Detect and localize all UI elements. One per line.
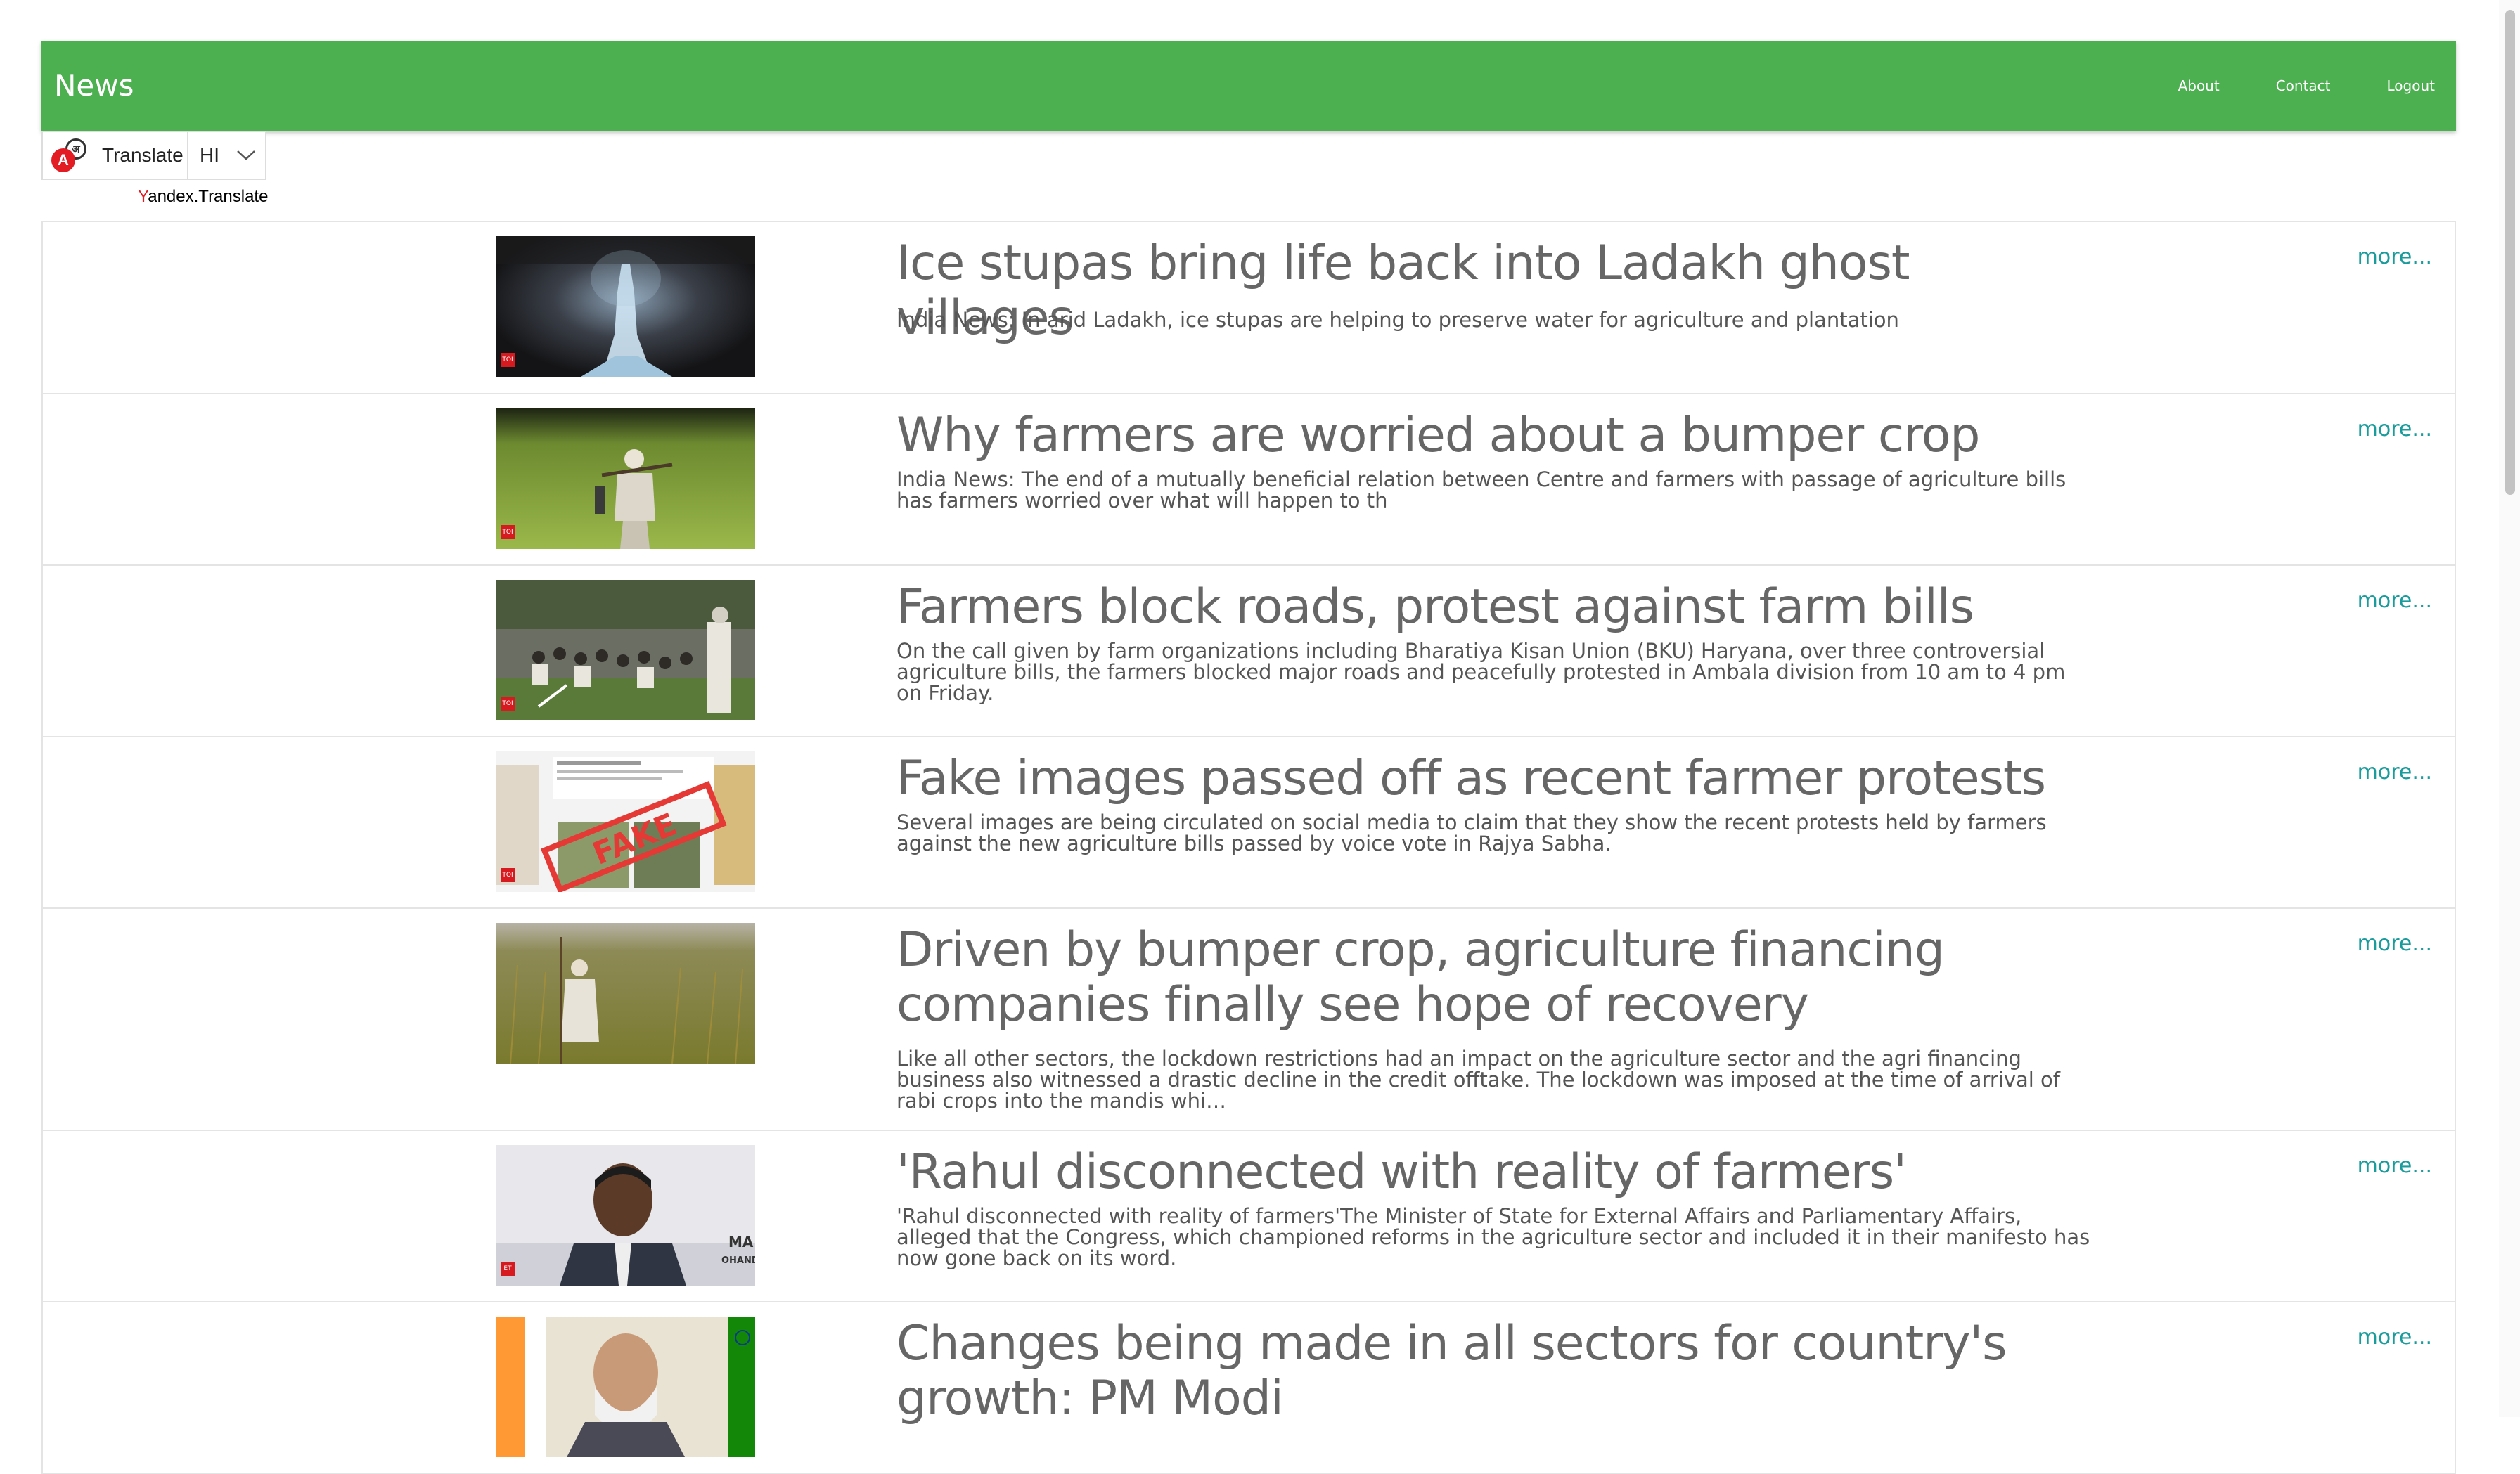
nav-logout-link[interactable]: Logout (2387, 77, 2435, 94)
news-thumbnail[interactable]: FAKE TOI (496, 751, 755, 892)
news-headline[interactable]: Why farmers are worried about a bumper c… (896, 408, 2078, 463)
more-link[interactable]: more... (2358, 417, 2432, 441)
translate-widget: अ A Translate HI (41, 131, 266, 180)
news-thumbnail[interactable]: TOI (496, 408, 755, 549)
more-link[interactable]: more... (2358, 760, 2432, 784)
news-thumbnail[interactable]: MA OHAND ET (496, 1145, 755, 1286)
ice-stupa-image (496, 236, 755, 377)
chevron-down-icon (237, 150, 255, 160)
news-headline[interactable]: 'Rahul disconnected with reality of farm… (896, 1145, 2078, 1200)
nav-contact-link[interactable]: Contact (2276, 77, 2331, 94)
news-description: On the call given by farm organizations … (896, 639, 2066, 705)
news-headline[interactable]: Driven by bumper crop, agriculture finan… (896, 923, 2078, 1033)
news-headline[interactable]: Changes being made in all sectors for co… (896, 1317, 2078, 1426)
news-item: TOI Farmers block roads, protest against… (41, 566, 2456, 737)
news-headline[interactable]: Fake images passed off as recent farmer … (896, 751, 2078, 806)
news-thumbnail[interactable]: TOI (496, 236, 755, 377)
source-badge: ET (501, 1262, 515, 1276)
translate-label: Translate (102, 144, 184, 166)
source-badge: TOI (501, 353, 515, 367)
more-link[interactable]: more... (2358, 1153, 2432, 1178)
nav-links: About Contact Logout (2122, 41, 2435, 131)
news-thumbnail[interactable]: TOI (496, 580, 755, 720)
news-description: India News: The end of a mutually benefi… (896, 467, 2066, 512)
fake-stamp-image: FAKE (496, 751, 755, 892)
more-link[interactable]: more... (2358, 1325, 2432, 1350)
more-link[interactable]: more... (2358, 931, 2432, 956)
wheat-field-image (496, 923, 755, 1064)
yandex-translate-link[interactable]: Yandex.Translate (138, 187, 268, 207)
scrollbar[interactable] (2499, 0, 2520, 1417)
more-link[interactable]: more... (2358, 245, 2432, 269)
nav-about-link[interactable]: About (2178, 77, 2220, 94)
news-description: 'Rahul disconnected with reality of farm… (896, 1204, 2090, 1270)
news-item: Changes being made in all sectors for co… (41, 1302, 2456, 1474)
minister-portrait-image: MA OHAND (496, 1145, 755, 1286)
news-list: TOI Ice stupas bring life back into Lada… (41, 221, 2456, 1474)
brand-title[interactable]: News (54, 41, 134, 131)
scrollbar-thumb[interactable] (2505, 10, 2515, 495)
more-link[interactable]: more... (2358, 588, 2432, 613)
news-description: Several images are being circulated on s… (896, 810, 2047, 855)
news-item: FAKE TOI Fake images passed off as recen… (41, 737, 2456, 909)
news-description: Like all other sectors, the lockdown res… (896, 1047, 2061, 1113)
portrait-caption-line2: OHAND (721, 1255, 755, 1266)
news-item: TOI Why farmers are worried about a bump… (41, 394, 2456, 566)
protest-crowd-image (496, 580, 755, 720)
navbar: News About Contact Logout (41, 41, 2456, 131)
translate-icon: अ A (51, 137, 88, 174)
page: News About Contact Logout अ A Translate … (0, 0, 2520, 1474)
news-headline[interactable]: Farmers block roads, protest against far… (896, 580, 2078, 635)
news-item: Driven by bumper crop, agriculture finan… (41, 909, 2456, 1131)
farmer-field-image (496, 408, 755, 549)
source-badge: TOI (501, 868, 515, 882)
news-thumbnail[interactable] (496, 923, 755, 1064)
source-badge: TOI (501, 697, 515, 711)
language-code: HI (200, 144, 219, 166)
portrait-caption-line1: MA (728, 1234, 754, 1250)
news-item: TOI Ice stupas bring life back into Lada… (41, 222, 2456, 394)
pm-portrait-image (496, 1317, 755, 1457)
news-item: MA OHAND ET 'Rahul disconnected with rea… (41, 1131, 2456, 1302)
source-badge: TOI (501, 525, 515, 539)
translate-button[interactable]: अ A Translate (43, 132, 187, 179)
language-select[interactable]: HI (187, 132, 265, 179)
news-description: India News: In arid Ladakh, ice stupas a… (896, 308, 1899, 332)
news-thumbnail[interactable] (496, 1317, 755, 1457)
